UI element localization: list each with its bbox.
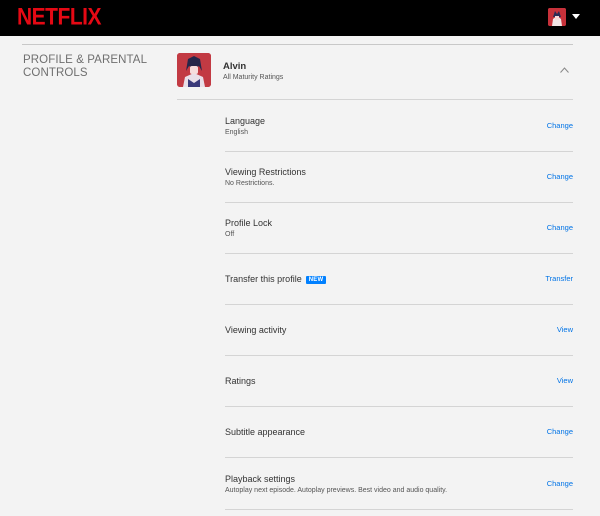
top-nav-bar: NETFLIX <box>0 0 600 36</box>
setting-label: Viewing activity <box>225 325 287 335</box>
change-profile-lock-link[interactable]: Change <box>547 223 573 232</box>
profile-maturity-rating: All Maturity Ratings <box>223 74 284 81</box>
section-title: PROFILE & PARENTAL CONTROLS <box>23 54 147 79</box>
divider <box>22 44 573 45</box>
setting-label: Language <box>225 116 266 126</box>
divider <box>177 99 573 100</box>
setting-label: Transfer this profile NEW <box>225 274 327 284</box>
profile-name: Alvin <box>223 61 247 72</box>
setting-label-text: Transfer this profile <box>225 274 302 284</box>
transfer-profile-link[interactable]: Transfer <box>545 274 573 283</box>
setting-label: Viewing Restrictions <box>225 167 306 177</box>
change-subtitle-appearance-link[interactable]: Change <box>547 427 573 436</box>
divider <box>225 457 573 458</box>
setting-label: Ratings <box>225 376 256 386</box>
avatar-illustration <box>548 8 566 26</box>
setting-row-language: Language English Change <box>225 101 573 152</box>
setting-row-playback-settings: Playback settings Autoplay next episode.… <box>225 459 573 510</box>
setting-label: Subtitle appearance <box>225 427 306 437</box>
change-playback-settings-link[interactable]: Change <box>547 479 573 488</box>
setting-label: Profile Lock <box>225 218 273 228</box>
view-ratings-link[interactable]: View <box>557 376 573 385</box>
change-viewing-restrictions-link[interactable]: Change <box>547 172 573 181</box>
setting-value: Off <box>225 231 235 238</box>
setting-row-profile-lock: Profile Lock Off Change <box>225 203 573 254</box>
avatar-illustration <box>177 53 211 87</box>
setting-row-subtitle-appearance: Subtitle appearance Change <box>225 407 573 458</box>
setting-row-transfer-profile: Transfer this profile NEW Transfer <box>225 254 573 305</box>
netflix-logo[interactable]: NETFLIX <box>17 4 102 32</box>
profile-avatar-icon[interactable] <box>548 8 566 26</box>
divider <box>225 509 573 510</box>
setting-label: Playback settings <box>225 474 296 484</box>
change-language-link[interactable]: Change <box>547 121 573 130</box>
setting-value: Autoplay next episode. Autoplay previews… <box>225 487 448 494</box>
setting-row-viewing-activity: Viewing activity View <box>225 305 573 356</box>
new-badge: NEW <box>305 276 327 284</box>
chevron-up-icon[interactable] <box>560 67 569 73</box>
setting-row-viewing-restrictions: Viewing Restrictions No Restrictions. Ch… <box>225 152 573 203</box>
view-viewing-activity-link[interactable]: View <box>557 325 573 334</box>
setting-row-ratings: Ratings View <box>225 356 573 407</box>
setting-value: English <box>225 129 248 136</box>
caret-down-icon[interactable] <box>572 14 580 19</box>
profile-avatar <box>177 53 211 87</box>
setting-value: No Restrictions. <box>225 180 275 187</box>
